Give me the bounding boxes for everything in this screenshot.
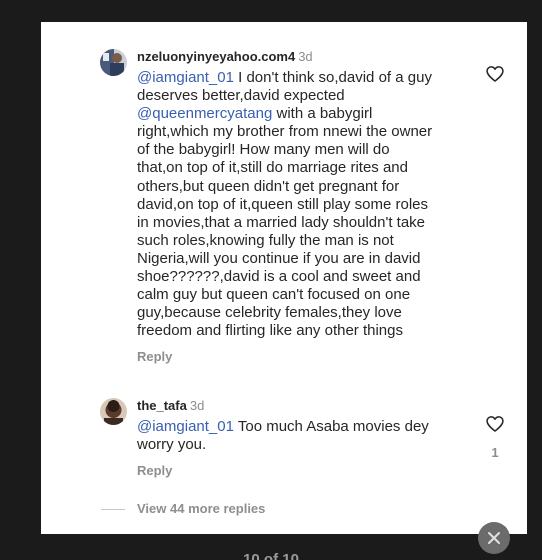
comment-text-line: david,on top of it,queen still play some… [137, 196, 472, 214]
comment-text-segment: guy,because celebrity females,they love [137, 304, 402, 322]
like-button[interactable] [485, 414, 505, 434]
comment-text-segment: Too much Asaba movies dey [233, 418, 429, 435]
comment-text-segment: calm guy but queen can't focused on one [137, 286, 411, 304]
page-counter: 10 of 10 [0, 552, 542, 560]
comment-text-line: deserves better,david expected [137, 87, 472, 105]
comment-text-segment: of the babygirl! How many men will do [137, 141, 390, 159]
reply-button[interactable]: Reply [137, 463, 172, 478]
comment-text-line: freedom and flirting like any other thin… [137, 322, 472, 340]
avatar[interactable] [100, 398, 127, 425]
comment-body: the_tafa 3d @iamgiant_01 Too much Asaba m… [137, 398, 472, 480]
like-count[interactable]: 1 [485, 445, 505, 460]
comment-text-line: that,on top of it,still do marriage rite… [137, 159, 472, 177]
close-icon [488, 532, 500, 544]
comment-text-line: of the babygirl! How many men will do [137, 141, 472, 159]
comment-text-segment: that,on top of it,still do marriage rite… [137, 159, 408, 177]
avatar[interactable] [100, 49, 127, 76]
comment-text-line: others,but queen didn't get pregnant for [137, 178, 472, 196]
comment-body: nzeluonyinyeyahoo.com4 3d @iamgiant_01 I … [137, 49, 472, 366]
comment-text-line: such roles,knowing fully the man is not [137, 232, 472, 250]
comment-meta: the_tafa 3d [137, 398, 472, 414]
like-button[interactable] [485, 64, 505, 84]
comment-text-segment: with a babygirl [272, 105, 373, 123]
view-more-replies-button[interactable]: View 44 more replies [101, 501, 265, 516]
comment-username[interactable]: the_tafa [137, 398, 187, 413]
comment-text-line: calm guy but queen can't focused on one [137, 286, 472, 304]
mention-link[interactable]: @iamgiant_01 [137, 69, 234, 86]
comment-text-segment: right,which my brother from nnewi the ow… [137, 123, 433, 141]
comment-text-segment: freedom and flirting like any other thin… [137, 322, 403, 340]
divider-dash [101, 509, 125, 511]
comment-text-segment: shoe??????,david is a cool and sweet and [137, 268, 421, 286]
comment-text-line: worry you. [137, 436, 472, 454]
comment-username[interactable]: nzeluonyinyeyahoo.com4 [137, 49, 295, 64]
comment-text-line: Nigeria,will you continue if you are in … [137, 250, 472, 268]
heart-outline-icon [486, 66, 504, 82]
comment-text-line: @iamgiant_01 Too much Asaba movies dey [137, 418, 472, 436]
comment-text-line: right,which my brother from nnewi the ow… [137, 123, 472, 141]
comment-text-segment: such roles,knowing fully the man is not [137, 231, 394, 249]
comment-text-line: @queenmercyatang with a babygirl [137, 105, 472, 123]
view-more-replies-label: View 44 more replies [137, 501, 266, 516]
comment-meta: nzeluonyinyeyahoo.com4 3d [137, 49, 472, 65]
comment-timestamp: 3d [189, 398, 205, 413]
comment-timestamp: 3d [298, 49, 313, 64]
comment-text: @iamgiant_01 I don't think so,david of a… [137, 69, 472, 340]
comment-text-segment: Nigeria,will you continue if you are in … [137, 249, 421, 267]
comment-text-segment: in movies,that a married lady shouldn't … [137, 213, 426, 231]
comment-text-segment: worry you. [137, 436, 207, 454]
heart-outline-icon [486, 416, 504, 432]
media-viewer: nzeluonyinyeyahoo.com4 3d @iamgiant_01 I … [0, 0, 542, 560]
comment-text-line: in movies,that a married lady shouldn't … [137, 214, 472, 232]
comment-text: @iamgiant_01 Too much Asaba movies dey wo… [137, 418, 472, 454]
viewer-close-button[interactable] [478, 522, 510, 554]
comment-text-segment: david,on top of it,queen still play some… [137, 195, 428, 213]
comment-text-segment: deserves better,david expected [137, 87, 345, 105]
comment-text-line: @iamgiant_01 I don't think so,david of a… [137, 69, 472, 87]
comment-text-segment: others,but queen didn't get pregnant for [137, 177, 400, 195]
comments-screenshot-card: nzeluonyinyeyahoo.com4 3d @iamgiant_01 I … [41, 22, 527, 534]
comment-text-line: guy,because celebrity females,they love [137, 304, 472, 322]
mention-link[interactable]: @iamgiant_01 [137, 418, 234, 435]
mention-link[interactable]: @queenmercyatang [137, 105, 272, 122]
comment-text-line: shoe??????,david is a cool and sweet and [137, 268, 472, 286]
comment-text-segment: I don't think so,david of a guy [233, 69, 432, 86]
reply-button[interactable]: Reply [137, 349, 172, 364]
